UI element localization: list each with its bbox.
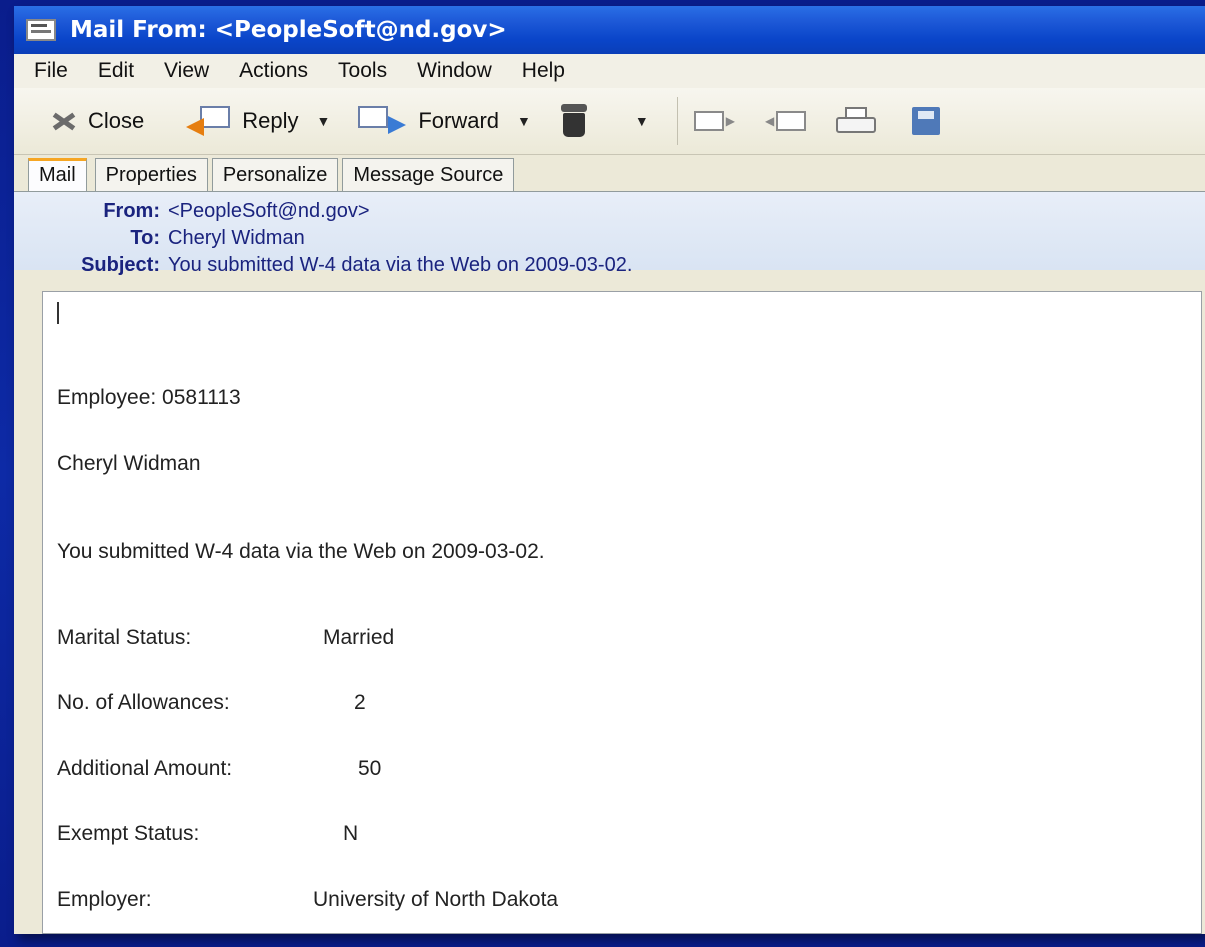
next-arrow-icon: ▶ xyxy=(725,114,735,128)
field-label: No. of Allowances: xyxy=(57,691,230,714)
to-label: To: xyxy=(130,227,160,249)
text-cursor xyxy=(57,302,59,324)
window-title: Mail From: <PeopleSoft@nd.gov> xyxy=(70,17,507,43)
field-label: Employer: xyxy=(57,888,152,911)
delete-button[interactable]: ▼ xyxy=(559,104,649,138)
menu-help[interactable]: Help xyxy=(522,59,565,83)
employee-line: Employee: 0581113 xyxy=(57,386,241,409)
next-message-icon xyxy=(693,111,724,131)
field-value: 2 xyxy=(354,691,366,714)
menu-actions[interactable]: Actions xyxy=(239,59,308,83)
menu-tools[interactable]: Tools xyxy=(338,59,387,83)
print-icon xyxy=(836,107,877,135)
subject-row: Subject: You submitted W-4 data via the … xyxy=(14,252,1205,279)
field-row-additional-amount: Additional Amount: 50 xyxy=(57,757,381,781)
toolbar: Close Reply ▼ Forward ▼ ▼ ▶ ◀ xyxy=(14,88,1205,155)
field-row-exempt-status: Exempt Status: N xyxy=(57,822,358,846)
field-value: N xyxy=(343,822,359,845)
close-icon xyxy=(50,109,76,133)
subject-label: Subject: xyxy=(81,254,160,276)
subject-value: You submitted W-4 data via the Web on 20… xyxy=(168,254,633,276)
mail-icon xyxy=(26,19,56,41)
tab-message-source[interactable]: Message Source xyxy=(342,158,515,191)
to-value: Cheryl Widman xyxy=(168,227,305,249)
from-value: <PeopleSoft@nd.gov> xyxy=(168,200,370,222)
print-button[interactable] xyxy=(836,107,877,135)
reply-label: Reply xyxy=(242,108,299,133)
field-label: Additional Amount: xyxy=(57,757,233,780)
next-message-button[interactable]: ▶ xyxy=(693,111,735,131)
previous-arrow-icon: ◀ xyxy=(765,114,775,128)
forward-icon xyxy=(358,106,407,136)
close-button[interactable]: Close xyxy=(50,108,144,134)
submission-message: You submitted W-4 data via the Web on 20… xyxy=(57,540,545,563)
from-row: From: <PeopleSoft@nd.gov> xyxy=(14,198,1205,225)
menu-bar: File Edit View Actions Tools Window Help xyxy=(14,54,1205,88)
reply-button[interactable]: Reply ▼ xyxy=(186,106,330,136)
message-body[interactable]: Employee: 0581113 Cheryl Widman You subm… xyxy=(42,291,1202,934)
tab-properties[interactable]: Properties xyxy=(94,158,208,191)
mail-window: Mail From: <PeopleSoft@nd.gov> File Edit… xyxy=(14,6,1205,934)
previous-message-icon xyxy=(776,111,807,131)
field-value: University of North Dakota xyxy=(313,888,559,911)
field-row-marital-status: Marital Status: Married xyxy=(57,626,394,650)
reply-dropdown-icon[interactable]: ▼ xyxy=(317,113,331,129)
field-row-allowances: No. of Allowances: 2 xyxy=(57,691,366,715)
field-value: Married xyxy=(323,626,395,649)
save-button[interactable] xyxy=(912,107,941,135)
title-bar[interactable]: Mail From: <PeopleSoft@nd.gov> xyxy=(14,6,1205,54)
forward-button[interactable]: Forward ▼ xyxy=(358,106,531,136)
forward-dropdown-icon[interactable]: ▼ xyxy=(517,113,531,129)
menu-window[interactable]: Window xyxy=(417,59,492,83)
message-header: From: <PeopleSoft@nd.gov> To: Cheryl Wid… xyxy=(14,192,1205,276)
field-label: Marital Status: xyxy=(57,626,192,649)
field-label: Exempt Status: xyxy=(57,822,200,845)
field-row-employer: Employer: University of North Dakota xyxy=(57,888,558,912)
toolbar-separator xyxy=(676,97,678,145)
tab-bar: Mail Properties Personalize Message Sour… xyxy=(14,155,1205,192)
close-label: Close xyxy=(88,108,145,133)
tab-personalize[interactable]: Personalize xyxy=(211,158,339,191)
employee-name: Cheryl Widman xyxy=(57,452,201,475)
menu-edit[interactable]: Edit xyxy=(98,59,134,83)
menu-view[interactable]: View xyxy=(164,59,209,83)
to-row: To: Cheryl Widman xyxy=(14,225,1205,252)
trash-icon xyxy=(559,104,589,138)
field-value: 50 xyxy=(358,757,382,780)
delete-dropdown-icon[interactable]: ▼ xyxy=(635,113,649,129)
previous-message-button[interactable]: ◀ xyxy=(765,111,807,131)
save-icon xyxy=(912,107,941,135)
tab-mail[interactable]: Mail xyxy=(28,158,87,191)
reply-icon xyxy=(186,106,231,136)
menu-file[interactable]: File xyxy=(34,59,68,83)
from-label: From: xyxy=(103,200,160,222)
forward-label: Forward xyxy=(418,108,500,133)
